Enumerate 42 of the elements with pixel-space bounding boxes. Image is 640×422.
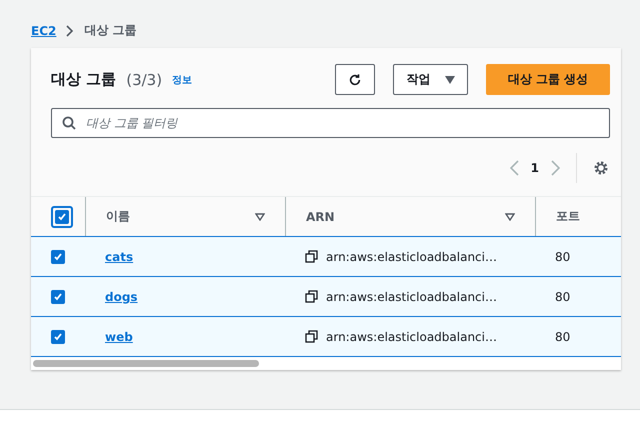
panel-title: 대상 그룹 — [51, 70, 116, 89]
copy-icon[interactable] — [305, 290, 318, 303]
port-text: 80 — [555, 330, 570, 344]
checkmark-icon — [53, 332, 63, 342]
create-button[interactable]: 대상 그룹 생성 — [486, 64, 610, 95]
breadcrumb-link[interactable]: EC2 — [31, 24, 56, 38]
target-group-link[interactable]: dogs — [105, 290, 138, 304]
target-group-link[interactable]: cats — [105, 250, 134, 264]
refresh-button[interactable] — [335, 64, 375, 95]
settings-icon[interactable] — [593, 160, 609, 176]
checkbox[interactable] — [51, 290, 65, 304]
refresh-icon — [348, 72, 362, 88]
column-header: ARN — [306, 210, 335, 224]
actions-button[interactable]: 작업 — [393, 64, 468, 95]
scrollbar-thumb[interactable] — [33, 360, 259, 367]
arn-text: arn:aws:elasticloadbalanci… — [326, 250, 497, 264]
port-text: 80 — [555, 250, 570, 264]
column-header: 포트 — [556, 208, 580, 225]
copy-icon[interactable] — [305, 330, 318, 343]
checkbox[interactable] — [55, 210, 69, 224]
checkbox[interactable] — [51, 330, 65, 344]
info-link[interactable]: 정보 — [172, 72, 192, 86]
search-icon — [62, 116, 76, 130]
sort-caret-icon[interactable] — [255, 212, 265, 220]
chevron-right-icon — [66, 24, 74, 36]
page-number[interactable]: 1 — [530, 161, 539, 175]
search-field[interactable]: 대상 그룹 필터링 — [84, 115, 599, 131]
search-box[interactable]: 대상 그룹 필터링 — [51, 108, 610, 138]
arn-text: arn:aws:elasticloadbalanci… — [326, 330, 497, 344]
breadcrumb-current: 대상 그룹 — [84, 22, 137, 39]
sort-caret-icon[interactable] — [505, 212, 515, 220]
column-header: 이름 — [106, 208, 130, 225]
checkmark-icon — [53, 292, 63, 302]
target-group-link[interactable]: web — [105, 330, 133, 344]
caret-down-icon — [444, 76, 454, 84]
copy-icon[interactable] — [305, 250, 318, 263]
port-text: 80 — [555, 290, 570, 304]
item-count: (3/3) — [126, 70, 162, 88]
checkbox[interactable] — [51, 250, 65, 264]
checkmark-icon — [53, 252, 63, 262]
arn-text: arn:aws:elasticloadbalanci… — [326, 290, 497, 304]
checkmark-icon — [57, 212, 67, 222]
